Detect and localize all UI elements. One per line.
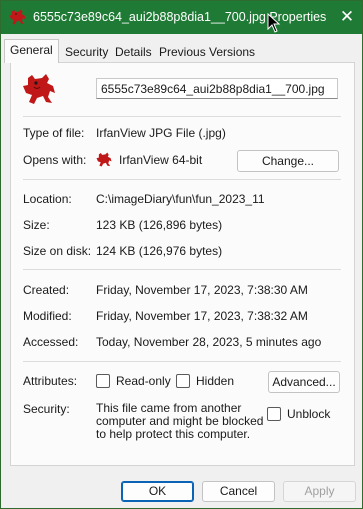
opens-with-value: IrfanView 64-bit bbox=[119, 153, 203, 167]
tab-security[interactable]: Security bbox=[62, 42, 111, 62]
size-value: 123 KB (126,896 bytes) bbox=[96, 218, 223, 232]
accessed-value: Today, November 28, 2023, 5 minutes ago bbox=[96, 335, 322, 349]
modified-label: Modified: bbox=[23, 309, 72, 323]
unblock-checkbox[interactable]: Unblock bbox=[267, 407, 330, 421]
modified-value: Friday, November 17, 2023, 7:38:32 AM bbox=[96, 309, 308, 323]
type-of-file-label: Type of file: bbox=[23, 126, 85, 140]
security-message: This file came from another computer and… bbox=[96, 401, 264, 441]
properties-dialog: 6555c73e89c64_aui2b88p8dia1__700.jpg Pro… bbox=[0, 0, 363, 509]
close-button[interactable]: ✕ bbox=[334, 5, 360, 29]
hidden-checkbox[interactable]: Hidden bbox=[176, 374, 234, 388]
irfanview-icon bbox=[9, 9, 26, 25]
divider bbox=[23, 269, 341, 270]
tab-general[interactable]: General bbox=[4, 39, 59, 63]
advanced-button[interactable]: Advanced... bbox=[268, 371, 340, 393]
divider bbox=[23, 116, 341, 117]
unblock-label: Unblock bbox=[287, 407, 331, 421]
location-label: Location: bbox=[23, 192, 72, 206]
hidden-label: Hidden bbox=[196, 374, 235, 388]
irfanview-app-icon bbox=[96, 152, 112, 167]
cancel-button[interactable]: Cancel bbox=[202, 481, 275, 502]
general-panel: 6555c73e89c64_aui2b88p8dia1__700.jpg Typ… bbox=[10, 62, 355, 466]
close-icon: ✕ bbox=[339, 7, 355, 26]
size-on-disk-value: 124 KB (126,976 bytes) bbox=[96, 244, 223, 258]
tab-details[interactable]: Details bbox=[112, 42, 155, 62]
attributes-label: Attributes: bbox=[23, 374, 78, 388]
size-on-disk-label: Size on disk: bbox=[23, 244, 92, 258]
apply-button[interactable]: Apply bbox=[283, 481, 356, 502]
title-bar[interactable]: 6555c73e89c64_aui2b88p8dia1__700.jpg Pro… bbox=[1, 1, 362, 34]
checkbox-box[interactable] bbox=[267, 407, 281, 421]
tab-previous-versions[interactable]: Previous Versions bbox=[156, 42, 258, 62]
ok-button[interactable]: OK bbox=[121, 481, 194, 502]
type-of-file-value: IrfanView JPG File (.jpg) bbox=[96, 126, 226, 140]
location-value: C:\imageDiary\fun\fun_2023_11 bbox=[96, 192, 265, 206]
checkbox-box[interactable] bbox=[176, 374, 190, 388]
change-button[interactable]: Change... bbox=[237, 150, 339, 172]
created-label: Created: bbox=[23, 283, 70, 297]
mouse-cursor-icon bbox=[267, 13, 281, 33]
opens-with-label: Opens with: bbox=[23, 153, 87, 167]
window-title: 6555c73e89c64_aui2b88p8dia1__700.jpg Pro… bbox=[33, 10, 327, 24]
divider bbox=[23, 179, 341, 180]
file-type-icon bbox=[23, 74, 55, 104]
accessed-label: Accessed: bbox=[23, 335, 79, 349]
created-value: Friday, November 17, 2023, 7:38:30 AM bbox=[96, 283, 308, 297]
divider bbox=[23, 361, 341, 362]
file-name-input[interactable]: 6555c73e89c64_aui2b88p8dia1__700.jpg bbox=[96, 78, 338, 99]
tab-strip: General Security Details Previous Versio… bbox=[1, 39, 362, 63]
readonly-checkbox[interactable]: Read-only bbox=[96, 374, 171, 388]
size-label: Size: bbox=[23, 218, 50, 232]
checkbox-box[interactable] bbox=[96, 374, 110, 388]
security-label: Security: bbox=[23, 402, 70, 416]
readonly-label: Read-only bbox=[116, 374, 171, 388]
